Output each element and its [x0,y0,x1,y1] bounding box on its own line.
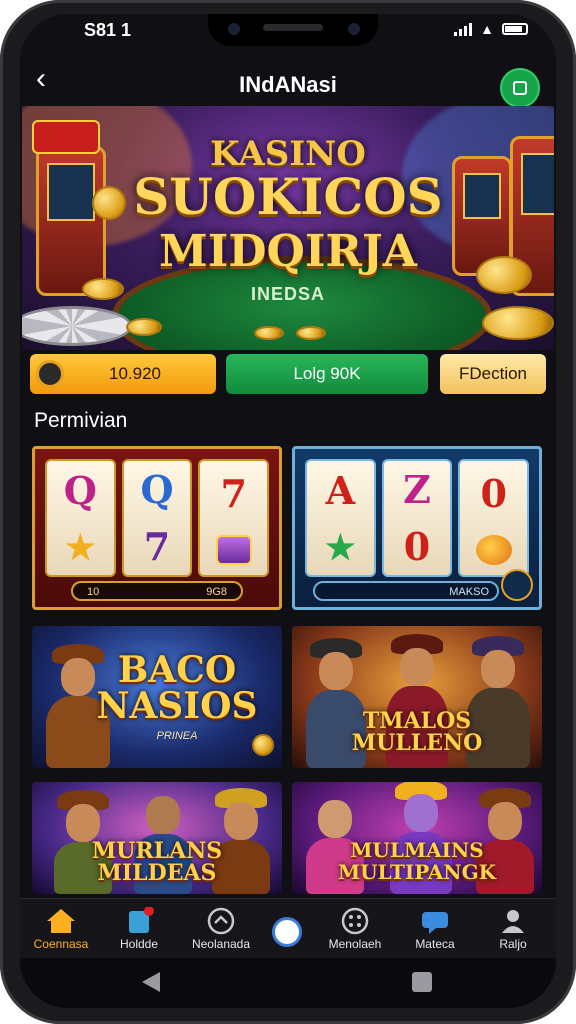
nav-item-holdde[interactable]: Holdde [98,899,180,959]
game-card-slot-2[interactable]: A ★ Z0 0 MAKSO [292,446,542,610]
nav-item-home[interactable]: Coennasa [20,899,102,959]
poster-title: BACO [117,649,237,691]
gift-icon [129,907,154,933]
nav-item-raljo[interactable]: Raljo [472,899,554,959]
wifi-icon: ▲ [480,21,494,37]
deposit-button[interactable]: FDection [440,354,546,394]
chat-button[interactable] [500,68,540,108]
chat-icon [422,912,448,934]
poster-title: TMALOS [362,708,472,734]
chat-icon [513,81,527,95]
grid-icon [341,907,369,935]
poster-title-2: NASIOS [96,685,258,727]
poster-title: MURLANS [91,838,223,864]
gem-icon [215,535,252,566]
balance-value: 10.920 [109,364,161,383]
poster-title: MULMAINS [350,838,484,862]
poster-title-2: MULLENO [351,730,483,756]
status-time: S81 1 [84,20,132,40]
nav-item-menolaeh[interactable]: Menolaeh [314,899,396,959]
star-icon: ★ [65,527,96,568]
reel: 0 [458,459,530,577]
game-card-poster-2[interactable]: TMALOS MULLENO [292,626,542,768]
section-title: Permivian [34,409,128,432]
banner-title-line2: SUOKICOS [133,167,443,226]
game-card-poster-1[interactable]: BACO NASIOS PRINEA [32,626,282,768]
slot-win: 9G8 [206,586,227,598]
phone-frame: S81 1 ▲ ‹ INdANasi KASINO SUOKICOS MIDQI… [0,0,576,1024]
reel: Q ★ [45,459,116,577]
coin-icon [36,360,64,388]
sensor-icon [348,23,360,35]
gold-coin [254,326,284,340]
promo-banner[interactable]: KASINO SUOKICOS MIDQIRJA INEDSA [22,106,554,350]
nav-item-mateca[interactable]: Mateca [394,899,476,959]
gold-coin [482,306,554,340]
speaker-grille [263,24,323,31]
battery-icon [502,23,528,35]
gold-coin [296,326,326,340]
bottom-navigation: Coennasa Holdde Neolanada Menolaeh Matec… [20,898,556,958]
app-header: ‹ INdANasi [20,52,556,112]
game-card-poster-4[interactable]: MULMAINS MULTIPANGK [292,782,542,894]
login-button[interactable]: Lolg 90K [226,354,428,394]
status-icons: ▲ [454,21,528,37]
action-bar: 10.920 Lolg 90K FDection [30,354,546,394]
reel: Q7 [121,459,193,577]
slot-label: MAKSO [449,586,489,598]
poster-title-2: MILDEAS [97,860,217,886]
slot-reels: A ★ Z0 0 [305,459,530,577]
gold-coin [252,734,274,756]
home-icon [47,909,75,933]
gold-coin [126,318,162,336]
banner-title-line3: MIDQIRJA [159,226,417,277]
slot-info-bar: MAKSO [313,581,499,601]
game-card-slot-1[interactable]: Q ★ Q7 7 10 9G8 [32,446,282,610]
page-title: INdANasi [239,72,337,97]
slot-info-bar: 10 9G8 [71,581,243,601]
system-back-icon[interactable] [142,972,160,992]
app-screen: S81 1 ▲ ‹ INdANasi KASINO SUOKICOS MIDQI… [20,14,556,1008]
orb-icon [475,535,512,566]
star-icon: ★ [325,527,356,568]
center-action-button[interactable] [272,917,302,947]
poster-subtitle: PRINEA [156,730,198,742]
reel: 7 [198,459,270,577]
slot-bet: 10 [87,586,100,598]
banner-table-text: INEDSA [250,284,325,304]
system-recents-icon[interactable] [412,972,432,992]
spin-icon[interactable] [501,569,533,601]
reel: A ★ [305,459,376,577]
camera-icon [228,23,240,35]
game-card-poster-3[interactable]: MURLANS MILDEAS [32,782,282,894]
status-bar: S81 1 ▲ [20,14,556,48]
camera-notch [208,14,378,46]
profile-icon [502,910,524,933]
compass-icon [207,907,235,935]
balance-button[interactable]: 10.920 [30,354,216,394]
system-navigation [20,958,556,1008]
reel: Z0 [381,459,453,577]
nav-item-neolanada[interactable]: Neolanada [180,899,262,959]
chip-stack [22,306,132,346]
poster-title-2: MULTIPANGK [337,860,497,884]
slot-reels: Q ★ Q7 7 [45,459,270,577]
signal-icon [454,22,473,36]
